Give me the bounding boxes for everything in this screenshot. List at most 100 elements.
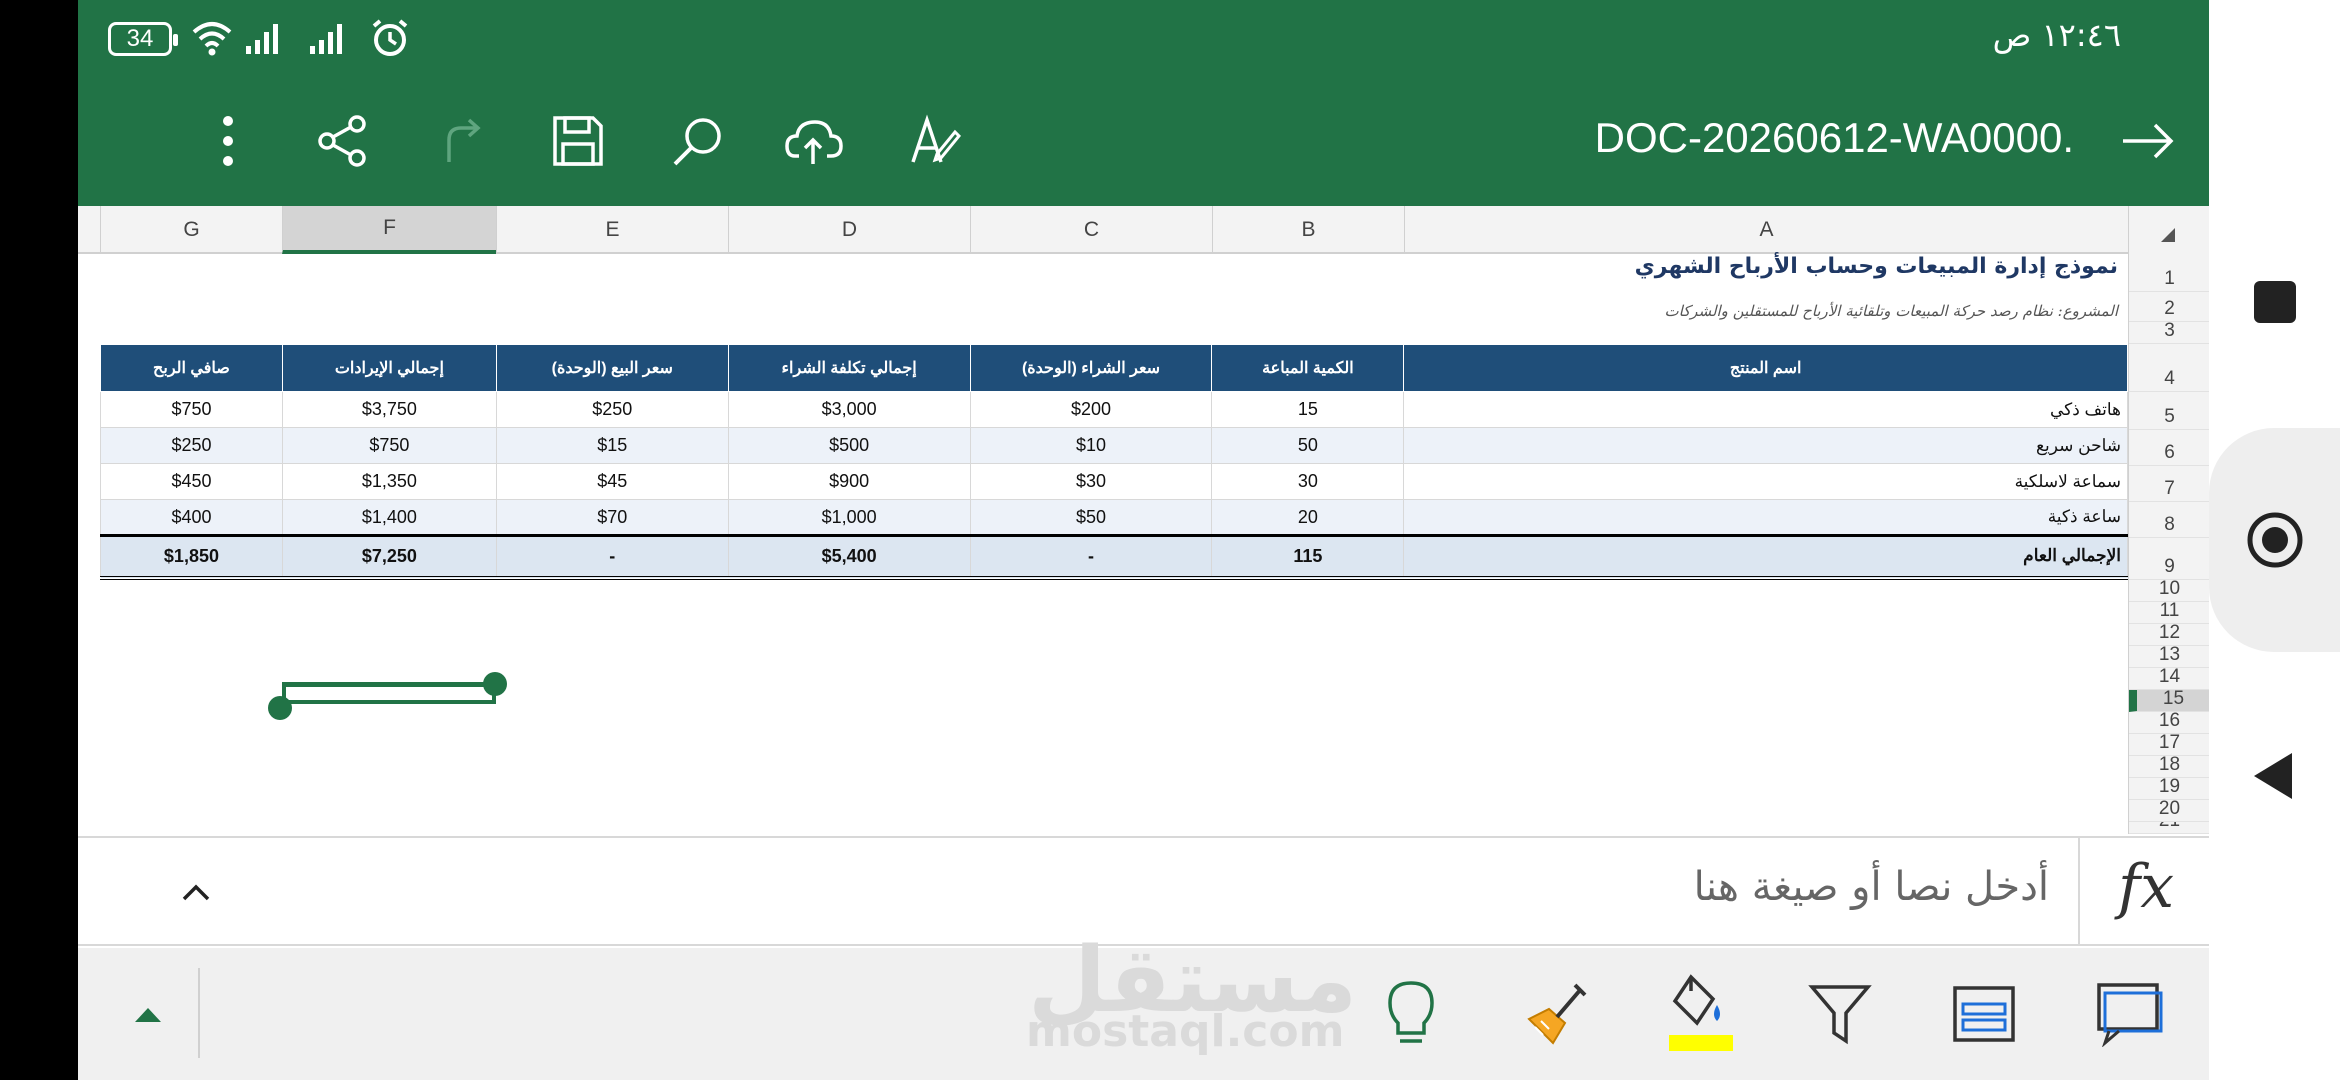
worksheet[interactable]: نموذج إدارة المبيعات وحساب الأرباح الشهر… (100, 254, 2128, 834)
column-header-a[interactable]: A (1404, 206, 2128, 254)
header-total-cost[interactable]: إجمالي تكلفة الشراء (727, 344, 971, 392)
row-header[interactable]: 20 (2129, 798, 2209, 822)
sheet-subtitle[interactable]: المشروع: نظام رصد حركة المبيعات وتلقائية… (1664, 302, 2118, 320)
formula-input[interactable]: أدخل نصا أو صيغة هنا (1694, 864, 2049, 910)
row-header[interactable]: 3 (2129, 320, 2209, 344)
cell-profit[interactable]: $750 (100, 391, 283, 428)
more-options-icon[interactable] (198, 111, 258, 171)
table-style-icon[interactable] (1946, 976, 2022, 1052)
cell-product[interactable]: سماعة لاسلكية (1403, 463, 2128, 500)
header-qty[interactable]: الكمية المباعة (1211, 344, 1405, 392)
chevron-up-icon[interactable] (174, 870, 218, 914)
header-unit-price[interactable]: سعر البيع (الوحدة) (495, 344, 729, 392)
cell-total-unit-cost[interactable]: - (969, 534, 1213, 580)
cloud-upload-icon[interactable] (784, 111, 844, 171)
cell-product[interactable]: هاتف ذكي (1403, 391, 2128, 428)
row-header[interactable]: 5 (2129, 392, 2209, 430)
cell-product[interactable]: ساعة ذكية (1403, 499, 2128, 536)
cell-total-revenue[interactable]: $7,250 (281, 534, 497, 580)
cell-total-cost[interactable]: $900 (727, 463, 971, 500)
row-header[interactable]: 6 (2129, 430, 2209, 466)
row-header[interactable]: 7 (2129, 466, 2209, 502)
sheet-title[interactable]: نموذج إدارة المبيعات وحساب الأرباح الشهر… (1635, 254, 2118, 279)
selection-handle-start[interactable] (483, 672, 507, 696)
column-header-b[interactable]: B (1212, 206, 1404, 254)
back-triangle-icon[interactable] (2249, 748, 2299, 804)
cell-total-cost[interactable]: $500 (727, 427, 971, 464)
cell-unit-price[interactable]: $250 (495, 391, 729, 428)
header-unit-cost[interactable]: سعر الشراء (الوحدة) (969, 344, 1213, 392)
lightbulb-icon[interactable] (1376, 976, 1446, 1052)
comment-icon[interactable] (2090, 976, 2170, 1052)
share-icon[interactable] (312, 111, 372, 171)
signal-icon-2 (310, 20, 344, 56)
header-product[interactable]: اسم المنتج (1403, 344, 2128, 392)
row-header[interactable]: 21 (2129, 822, 2209, 834)
redo-icon[interactable] (430, 111, 490, 171)
row-header[interactable]: 10 (2129, 578, 2209, 602)
row-header[interactable]: 14 (2129, 666, 2209, 690)
cell-unit-price[interactable]: $15 (495, 427, 729, 464)
row-header[interactable]: 8 (2129, 502, 2209, 538)
filter-icon[interactable] (1802, 976, 1878, 1052)
save-icon[interactable] (548, 111, 608, 171)
fx-icon[interactable]: fx (2118, 852, 2174, 922)
recent-apps-button[interactable] (2254, 281, 2296, 323)
cell-profit[interactable]: $250 (100, 427, 283, 464)
fill-color-icon[interactable] (1658, 970, 1744, 1056)
cell-selection[interactable] (282, 682, 496, 704)
row-header[interactable]: 12 (2129, 622, 2209, 646)
header-profit[interactable]: صافي الربح (100, 344, 283, 392)
row-header[interactable]: 11 (2129, 600, 2209, 624)
row-header[interactable]: 16 (2129, 710, 2209, 734)
row-header[interactable]: 4 (2129, 344, 2209, 392)
row-header[interactable]: 13 (2129, 644, 2209, 668)
cell-profit[interactable]: $400 (100, 499, 283, 536)
column-header-d[interactable]: D (728, 206, 970, 254)
cell-revenue[interactable]: $750 (281, 427, 497, 464)
cell-total-qty[interactable]: 115 (1211, 534, 1405, 580)
home-button[interactable] (2245, 510, 2305, 570)
row-header[interactable]: 19 (2129, 776, 2209, 800)
format-painter-icon[interactable] (1518, 976, 1594, 1052)
cell-total-label[interactable]: الإجمالي العام (1403, 534, 2128, 580)
cell-unit-cost[interactable]: $50 (969, 499, 1213, 536)
cell-unit-price[interactable]: $45 (495, 463, 729, 500)
column-header-g[interactable]: G (100, 206, 282, 254)
row-header[interactable]: 2 (2129, 292, 2209, 322)
cell-unit-cost[interactable]: $30 (969, 463, 1213, 500)
draw-icon[interactable] (904, 111, 964, 171)
header-revenue[interactable]: إجمالي الإيرادات (281, 344, 497, 392)
cell-unit-cost[interactable]: $200 (969, 391, 1213, 428)
row-header[interactable]: 1 (2129, 254, 2209, 292)
column-header-c[interactable]: C (970, 206, 1212, 254)
cell-qty[interactable]: 50 (1211, 427, 1405, 464)
cell-unit-price[interactable]: $70 (495, 499, 729, 536)
table-row: $450 $1,350 $45 $900 $30 30 سماعة لاسلكي… (100, 463, 2128, 500)
cell-qty[interactable]: 20 (1211, 499, 1405, 536)
search-icon[interactable] (668, 111, 728, 171)
row-header[interactable]: 9 (2129, 538, 2209, 580)
cell-revenue[interactable]: $1,350 (281, 463, 497, 500)
cell-product[interactable]: شاحن سريع (1403, 427, 2128, 464)
selection-handle-end[interactable] (268, 696, 292, 720)
cell-qty[interactable]: 30 (1211, 463, 1405, 500)
column-header-e[interactable]: E (496, 206, 728, 254)
cell-revenue[interactable]: $3,750 (281, 391, 497, 428)
cell-total-cost[interactable]: $1,000 (727, 499, 971, 536)
cell-profit[interactable]: $450 (100, 463, 283, 500)
cell-unit-cost[interactable]: $10 (969, 427, 1213, 464)
back-arrow-icon[interactable] (2118, 111, 2178, 171)
row-header[interactable]: 17 (2129, 732, 2209, 756)
expand-ribbon-icon[interactable] (118, 984, 178, 1044)
cell-qty[interactable]: 15 (1211, 391, 1405, 428)
select-all-corner[interactable] (2128, 206, 2209, 254)
cell-revenue[interactable]: $1,400 (281, 499, 497, 536)
cell-total-unit-price[interactable]: - (495, 534, 729, 580)
cell-total-cost[interactable]: $5,400 (727, 534, 971, 580)
row-header[interactable]: 18 (2129, 754, 2209, 778)
cell-total-cost[interactable]: $3,000 (727, 391, 971, 428)
cell-total-profit[interactable]: $1,850 (100, 534, 283, 580)
column-header-f[interactable]: F (282, 206, 496, 254)
row-header-selected[interactable]: 15 (2129, 688, 2209, 712)
